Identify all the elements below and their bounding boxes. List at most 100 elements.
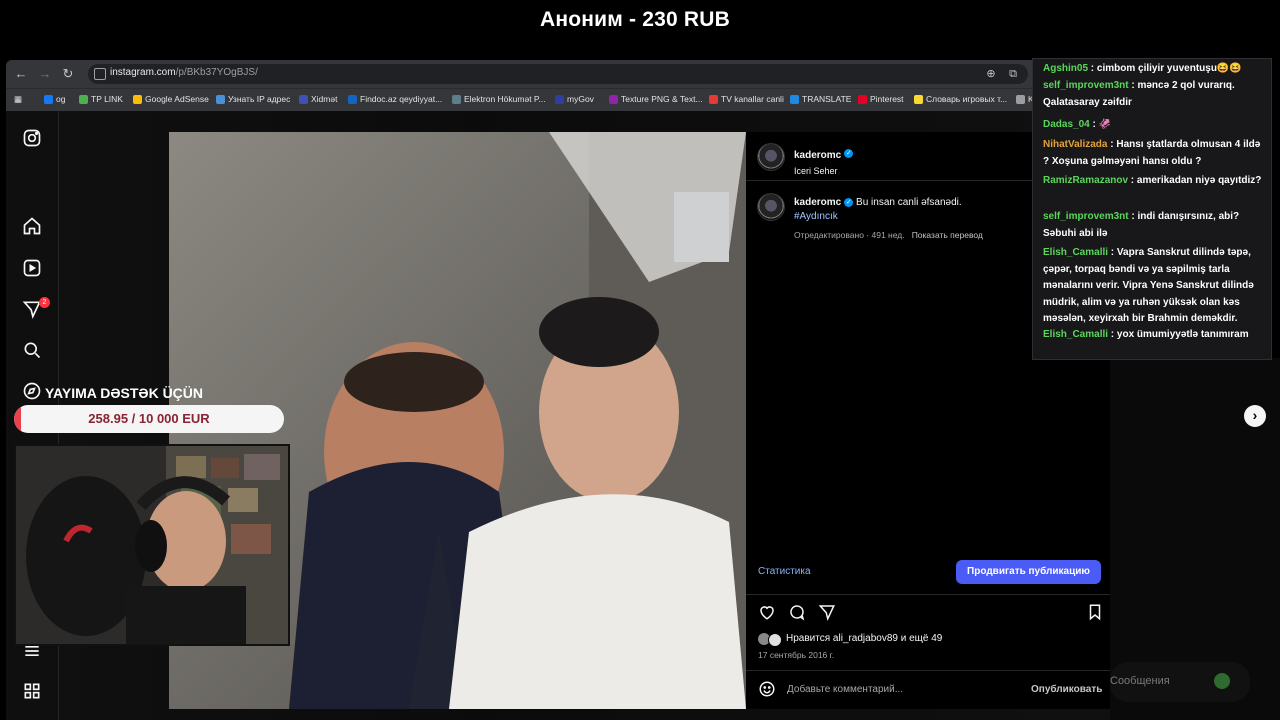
bookmark-favicon-icon (348, 94, 357, 104)
reels-icon[interactable] (22, 258, 42, 278)
chat-username[interactable]: NihatValizada (1043, 139, 1107, 150)
post-location[interactable]: Iceri Seher (794, 166, 853, 176)
donation-goal-text: 258.95 / 10 000 EUR (88, 411, 210, 426)
chat-message: Elish_Camalli : Vapra Sanskrut dilində t… (1043, 245, 1265, 328)
chat-input-placeholder: Сообщения (1110, 675, 1170, 687)
bookmark-favicon-icon (216, 94, 225, 104)
bookmark-item[interactable]: Xidmət (299, 94, 337, 104)
bookmark-item[interactable]: TP LINK (79, 94, 123, 104)
bookmark-label: Словарь игровых т... (926, 94, 1008, 104)
translate-link[interactable]: Показать перевод (912, 230, 983, 240)
chat-message-input[interactable]: Сообщения (1110, 662, 1250, 702)
chat-username[interactable]: Elish_Camalli (1043, 247, 1108, 258)
bookmark-favicon-icon (133, 94, 142, 104)
caption-text: Bu insan canli əfsanədi. (856, 197, 962, 208)
bookmark-label: myGov (567, 94, 594, 104)
post-date: 17 сентябрь 2016 г. (758, 650, 835, 660)
chat-username[interactable]: Elish_Camalli (1043, 329, 1108, 340)
notification-badge: 2 (39, 297, 50, 308)
bookmark-label: Texture PNG & Text... (621, 94, 703, 104)
reload-icon[interactable]: ↻ (59, 65, 77, 83)
bookmark-item[interactable]: Pinterest (858, 94, 904, 104)
bookmark-label: Google AdSense (145, 94, 209, 104)
bookmark-label: TV kanallar canli (721, 94, 784, 104)
chat-text: : yox ümumiyyətlə tanımıram (1108, 329, 1249, 340)
home-icon[interactable] (22, 216, 42, 236)
author-avatar[interactable] (757, 143, 785, 171)
zoom-icon[interactable]: ⊕ (982, 65, 1000, 83)
verified-icon: ✓ (844, 197, 854, 207)
bookmark-favicon-icon (914, 94, 923, 104)
forward-icon[interactable]: → (36, 65, 54, 83)
back-icon[interactable]: ← (12, 65, 30, 83)
chat-message: Dadas_04 : 🦑 (1043, 117, 1265, 134)
divider (746, 594, 1110, 595)
caption-avatar[interactable] (757, 193, 785, 221)
chat-text: : 🦑 (1089, 119, 1112, 130)
bookmark-item[interactable]: og (44, 94, 65, 104)
bookmark-label: Elektron Hökumət P... (464, 94, 546, 104)
bookmark-favicon-icon (609, 94, 618, 104)
chat-username[interactable]: RamizRamazanov (1043, 175, 1128, 186)
chat-message: RamizRamazanov : amerikadan niyə qayıtdi… (1043, 173, 1265, 190)
bookmark-item[interactable]: Google AdSense (133, 94, 209, 104)
bookmark-favicon-icon (709, 94, 718, 104)
caption-username[interactable]: kaderomc (794, 197, 841, 208)
bookmark-label: Findoc.az qeydiyyat... (360, 94, 443, 104)
liker-avatar[interactable] (768, 633, 782, 647)
emote-icon[interactable] (1214, 673, 1230, 689)
publish-button[interactable]: Опубликовать (1031, 684, 1102, 695)
bookmark-item[interactable]: Узнать IP адрес (216, 94, 290, 104)
bookmark-favicon-icon (555, 94, 564, 104)
bookmark-favicon-icon (79, 94, 88, 104)
bookmark-item[interactable]: Texture PNG & Text... (609, 94, 703, 104)
author-username[interactable]: kaderomc (794, 150, 841, 161)
bookmark-label: og (56, 94, 66, 104)
address-bar: ← → ↻ instagram.com/p/BKb37YOgBJS/ ⊕ ⧉ (6, 60, 1110, 88)
bookmark-favicon-icon (44, 94, 53, 104)
share-icon[interactable] (818, 603, 836, 621)
chat-message: Agshin05 : cimbom çiliyir yuventuşu😆😆 (1043, 61, 1265, 78)
chat-username[interactable]: self_improvem3nt (1043, 211, 1129, 222)
comment-icon[interactable] (788, 603, 806, 621)
bookmark-item[interactable]: Elektron Hökumət P... (452, 94, 546, 104)
bookmark-favicon-icon (299, 94, 308, 104)
install-icon[interactable]: ⧉ (1004, 65, 1022, 83)
chat-text: : amerikadan niyə qayıtdiz? (1128, 175, 1262, 186)
search-icon[interactable] (22, 340, 42, 360)
divider (746, 670, 1110, 671)
chat-username[interactable]: self_improvem3nt (1043, 80, 1129, 91)
verified-icon: ✓ (844, 149, 854, 159)
webcam-feed (14, 444, 290, 646)
bookmark-label: Pinterest (870, 94, 904, 104)
bookmark-item[interactable]: TV kanallar canli (709, 94, 784, 104)
donation-alert-text: Аноним - 230 RUB (539, 8, 731, 31)
chat-username[interactable]: Dadas_04 (1043, 119, 1090, 130)
bookmark-item[interactable]: Словарь игровых т... (914, 94, 1007, 104)
promote-button[interactable]: Продвигать публикацию (956, 560, 1101, 584)
site-info-icon[interactable] (94, 68, 106, 80)
bookmark-label: TRANSLATE (802, 94, 852, 104)
url-text: instagram.com/p/BKb37YOgBJS/ (110, 67, 258, 78)
bookmark-item[interactable]: myGov (555, 94, 594, 104)
more-apps-icon[interactable] (22, 681, 42, 701)
chat-text: : Vapra Sanskrut dilində təpə, çəpər, to… (1043, 247, 1254, 324)
donation-alert-bar: Аноним - 230 RUB (0, 0, 1280, 58)
bookmark-item[interactable]: TRANSLATE (790, 94, 851, 104)
instagram-logo-icon[interactable] (22, 128, 42, 148)
donation-goal-title: YAYIMA DƏSTƏK ÜÇÜN (44, 385, 204, 401)
save-icon[interactable] (1086, 603, 1104, 621)
stats-link[interactable]: Статистика (758, 566, 811, 577)
stream-chat: Agshin05 : cimbom çiliyir yuventuşu😆😆 sel… (1032, 58, 1272, 360)
bookmarks-bar: ▦ og TP LINK Google AdSense Узнать IP адрес… (6, 88, 1110, 111)
like-icon[interactable] (758, 603, 776, 621)
bookmark-item[interactable]: Findoc.az qeydiyyat... (348, 94, 442, 104)
chat-text: : cimbom çiliyir yuventuşu😆😆 (1088, 63, 1242, 74)
chat-username[interactable]: Agshin05 (1043, 63, 1088, 74)
emoji-icon[interactable] (758, 680, 776, 698)
apps-icon[interactable]: ▦ (14, 94, 22, 105)
donation-goal-bar: 258.95 / 10 000 EUR (14, 405, 284, 433)
comment-input[interactable]: Добавьте комментарий... (787, 684, 903, 695)
next-post-button[interactable]: › (1244, 405, 1266, 427)
likes-text[interactable]: Нравится ali_radjabov89 и ещё 49 (786, 633, 942, 644)
